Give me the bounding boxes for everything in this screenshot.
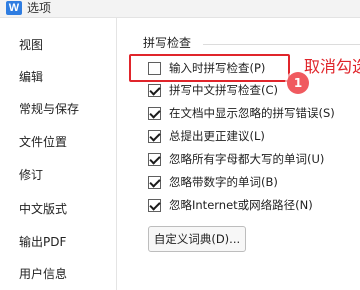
options-sidebar: 视图 编辑 常规与保存 文件位置 修订 中文版式 输出PDF 用户信息 [0, 18, 117, 290]
option-label: 忽略所有字母都大写的单词(U) [169, 152, 325, 166]
sidebar-item-view[interactable]: 视图 [19, 36, 43, 54]
checkbox[interactable] [148, 198, 161, 212]
sidebar-item-general-save[interactable]: 常规与保存 [19, 100, 79, 118]
checkbox[interactable] [148, 106, 161, 120]
annotation-highlight-box [129, 54, 290, 82]
sidebar-item-file-location[interactable]: 文件位置 [19, 133, 67, 151]
option-always-suggest[interactable]: 总提出更正建议(L) [148, 128, 265, 144]
options-dialog: W 选项 视图 编辑 常规与保存 文件位置 修订 中文版式 输出PDF 用户信息… [0, 0, 360, 290]
option-label: 忽略Internet或网络路径(N) [169, 198, 313, 212]
sidebar-item-revision[interactable]: 修订 [19, 166, 43, 184]
spellcheck-group-title: 拼写检查 [143, 36, 196, 50]
sidebar-item-export-pdf[interactable]: 输出PDF [19, 233, 66, 251]
title-bar: W 选项 [0, 0, 360, 18]
wps-logo-icon: W [6, 1, 22, 15]
sidebar-item-edit[interactable]: 编辑 [19, 68, 43, 86]
sidebar-item-user-info[interactable]: 用户信息 [19, 265, 67, 283]
option-label: 总提出更正建议(L) [169, 129, 265, 143]
option-ignore-uppercase[interactable]: 忽略所有字母都大写的单词(U) [148, 151, 324, 167]
option-label: 忽略带数字的单词(B) [169, 175, 278, 189]
option-show-ignored-errors[interactable]: 在文档中显示忽略的拼写错误(S) [148, 105, 335, 121]
sidebar-item-chinese-layout[interactable]: 中文版式 [19, 200, 67, 218]
annotation-text: 取消勾选 [304, 57, 360, 76]
checkbox[interactable] [148, 83, 161, 97]
option-ignore-numbers[interactable]: 忽略带数字的单词(B) [148, 174, 278, 190]
option-ignore-internet-paths[interactable]: 忽略Internet或网络路径(N) [148, 197, 313, 213]
custom-dictionary-button[interactable]: 自定义词典(D)... [148, 226, 246, 252]
window-title: 选项 [27, 1, 52, 15]
option-label: 拼写中文拼写检查(C) [169, 83, 279, 97]
option-chinese-spellcheck[interactable]: 拼写中文拼写检查(C) [148, 82, 278, 98]
checkbox[interactable] [148, 152, 161, 166]
group-divider [203, 44, 360, 45]
option-label: 在文档中显示忽略的拼写错误(S) [169, 106, 335, 120]
checkbox[interactable] [148, 129, 161, 143]
checkbox[interactable] [148, 175, 161, 189]
